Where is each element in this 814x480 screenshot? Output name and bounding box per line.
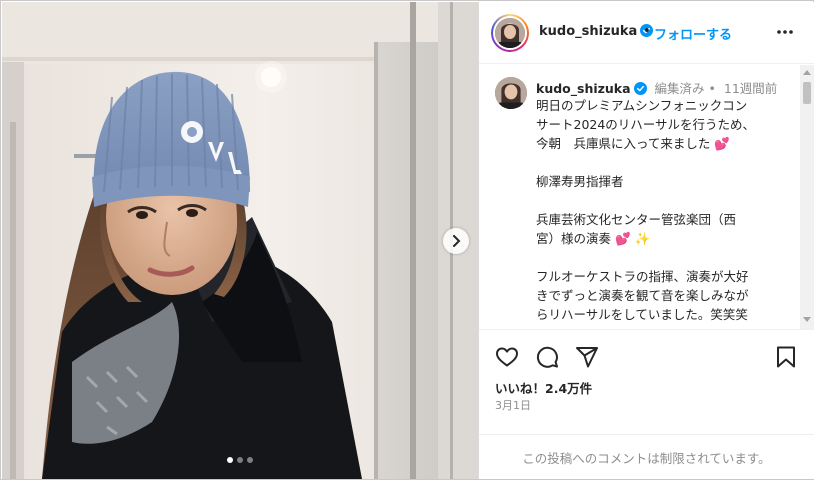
caption-line: 宮）様の演奏 💕 ✨ [536, 231, 651, 246]
caption-line [536, 191, 786, 210]
caption-line: フルオーケストラの指揮、演奏が大好 [536, 269, 749, 284]
more-options-button[interactable] [775, 24, 795, 44]
save-button[interactable] [775, 345, 797, 373]
follow-button[interactable]: フォローする [654, 24, 732, 43]
caption-line [536, 248, 786, 267]
caption-username-link[interactable]: kudo_shizuka [536, 81, 631, 96]
caption-meta: kudo_shizuka 編集済み • 11週間前 [536, 78, 777, 97]
caption-line: らリハーサルをしていました。笑笑笑 [536, 307, 748, 322]
carousel-dot [237, 457, 243, 463]
caption-line: きでずっと演奏を観て音を楽しみなが [536, 288, 749, 303]
post-photo-image [2, 2, 478, 479]
caption-line: 明日のプレミアムシンフォニックコン [536, 98, 748, 113]
caption-scroll-area[interactable]: kudo_shizuka 編集済み • 11週間前 明日のプレミアムシンフォニッ… [479, 65, 814, 329]
comment-icon [536, 346, 558, 368]
comments-restricted-notice: この投稿へのコメントは制限されています。 [479, 434, 814, 479]
caption-scrollbar[interactable] [800, 65, 814, 329]
post-header: kudo_shizuka • フォローする [479, 2, 814, 64]
post-photo[interactable] [2, 2, 478, 479]
bookmark-icon [777, 346, 795, 368]
share-button[interactable] [575, 345, 599, 373]
heart-icon [496, 347, 518, 367]
comment-button[interactable] [535, 345, 559, 373]
share-icon [576, 347, 598, 368]
like-button[interactable] [495, 345, 519, 373]
chevron-right-icon [453, 235, 461, 247]
carousel-indicator [2, 457, 478, 463]
author-username-link[interactable]: kudo_shizuka [539, 24, 654, 39]
header-separator: • [643, 24, 651, 39]
scrollbar-thumb[interactable] [803, 82, 811, 104]
author-avatar-story-ring[interactable] [491, 14, 529, 52]
next-photo-button[interactable] [443, 228, 469, 254]
verified-badge-icon [633, 82, 647, 95]
caption-text: 明日のプレミアムシンフォニックコン サート2024のリハーサルを行うため、 今朝… [536, 96, 786, 324]
post-date[interactable]: 3月1日 [495, 397, 531, 413]
avatar[interactable] [495, 77, 527, 109]
comments-restricted-text: この投稿へのコメントは制限されています。 [522, 450, 771, 466]
post-side-panel: kudo_shizuka • フォローする kudo_shizuka 編集済み … [478, 2, 814, 479]
more-horizontal-icon [777, 30, 793, 34]
instagram-post-embed: kudo_shizuka • フォローする kudo_shizuka 編集済み … [0, 0, 814, 480]
caption-line: 柳澤寿男指揮者 [536, 174, 624, 189]
scroll-down-arrow-icon[interactable] [803, 317, 811, 322]
post-actions: いいね！2.4万件 3月1日 [479, 329, 814, 434]
likes-count-link[interactable]: いいね！2.4万件 [495, 378, 592, 397]
scroll-up-arrow-icon[interactable] [803, 70, 811, 75]
caption-line: 今朝 兵庫県に入って来ました 💕 [536, 136, 730, 151]
caption-line: サート2024のリハーサルを行うため、 [536, 117, 756, 132]
post-time-ago[interactable]: 11週間前 [724, 81, 777, 96]
avatar [495, 18, 525, 48]
edited-label: 編集済み • [654, 81, 716, 96]
carousel-dot [227, 457, 233, 463]
carousel-dot [247, 457, 253, 463]
caption-line: 兵庫芸術文化センター管弦楽団（西 [536, 212, 737, 227]
caption-line [536, 153, 786, 172]
